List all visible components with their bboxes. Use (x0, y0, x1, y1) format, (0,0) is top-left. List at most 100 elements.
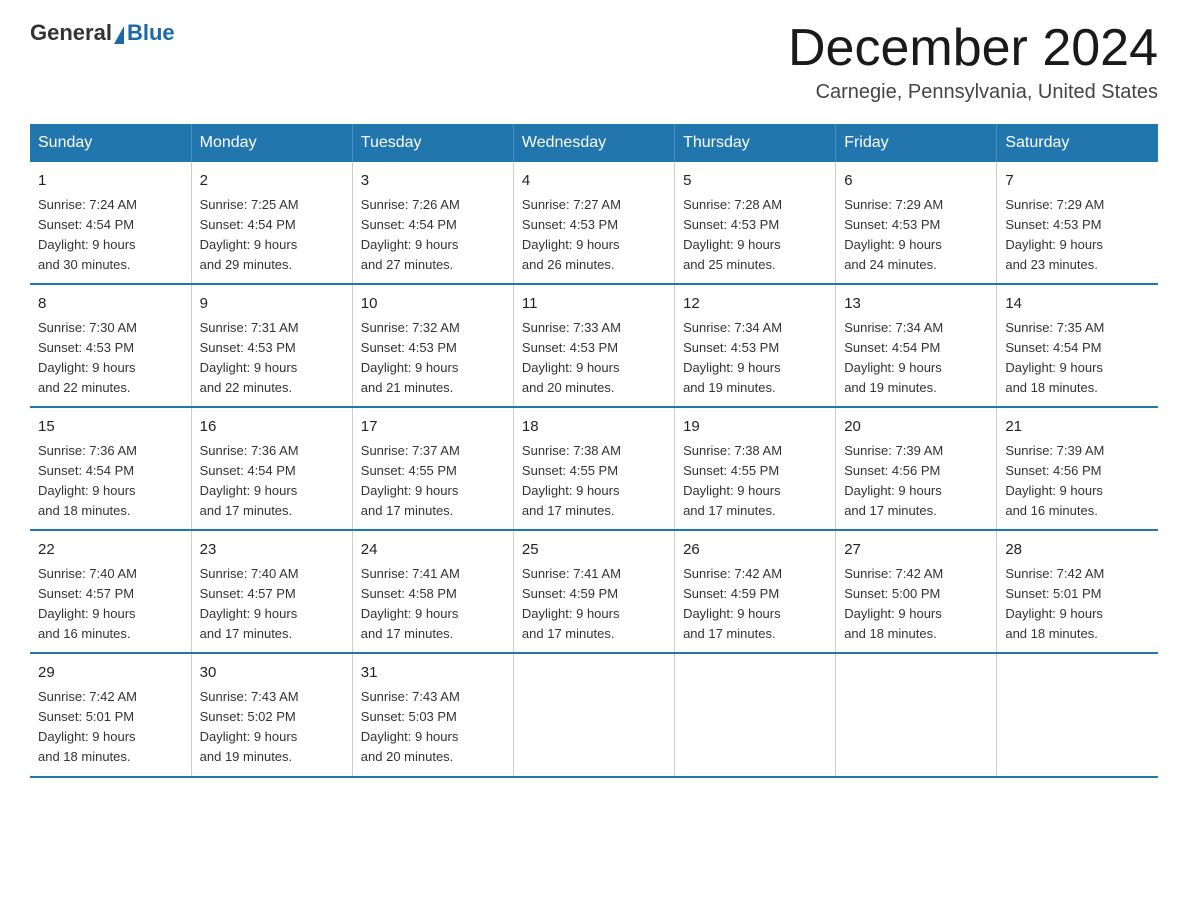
day-number: 28 (1005, 539, 1150, 562)
day-info: Sunrise: 7:38 AMSunset: 4:55 PMDaylight:… (683, 443, 782, 518)
day-info: Sunrise: 7:43 AMSunset: 5:03 PMDaylight:… (361, 689, 460, 764)
col-sunday: Sunday (30, 124, 191, 162)
logo: General Blue (30, 20, 175, 46)
day-number: 31 (361, 662, 505, 685)
calendar-day-cell: 25 Sunrise: 7:41 AMSunset: 4:59 PMDaylig… (513, 530, 674, 653)
calendar-day-cell (836, 653, 997, 776)
day-info: Sunrise: 7:26 AMSunset: 4:54 PMDaylight:… (361, 197, 460, 272)
day-info: Sunrise: 7:36 AMSunset: 4:54 PMDaylight:… (38, 443, 137, 518)
calendar-day-cell (513, 653, 674, 776)
day-info: Sunrise: 7:34 AMSunset: 4:53 PMDaylight:… (683, 320, 782, 395)
day-info: Sunrise: 7:29 AMSunset: 4:53 PMDaylight:… (1005, 197, 1104, 272)
calendar-day-cell: 30 Sunrise: 7:43 AMSunset: 5:02 PMDaylig… (191, 653, 352, 776)
day-info: Sunrise: 7:42 AMSunset: 5:00 PMDaylight:… (844, 566, 943, 641)
day-number: 13 (844, 293, 988, 316)
calendar-day-cell: 17 Sunrise: 7:37 AMSunset: 4:55 PMDaylig… (352, 407, 513, 530)
day-number: 21 (1005, 416, 1150, 439)
calendar-week-row: 15 Sunrise: 7:36 AMSunset: 4:54 PMDaylig… (30, 407, 1158, 530)
day-number: 26 (683, 539, 827, 562)
day-number: 16 (200, 416, 344, 439)
calendar-day-cell: 13 Sunrise: 7:34 AMSunset: 4:54 PMDaylig… (836, 284, 997, 407)
calendar-day-cell: 6 Sunrise: 7:29 AMSunset: 4:53 PMDayligh… (836, 162, 997, 284)
day-info: Sunrise: 7:39 AMSunset: 4:56 PMDaylight:… (1005, 443, 1104, 518)
calendar-week-row: 22 Sunrise: 7:40 AMSunset: 4:57 PMDaylig… (30, 530, 1158, 653)
day-number: 14 (1005, 293, 1150, 316)
day-number: 22 (38, 539, 183, 562)
calendar-week-row: 8 Sunrise: 7:30 AMSunset: 4:53 PMDayligh… (30, 284, 1158, 407)
calendar-day-cell: 4 Sunrise: 7:27 AMSunset: 4:53 PMDayligh… (513, 162, 674, 284)
calendar-day-cell: 11 Sunrise: 7:33 AMSunset: 4:53 PMDaylig… (513, 284, 674, 407)
day-info: Sunrise: 7:28 AMSunset: 4:53 PMDaylight:… (683, 197, 782, 272)
day-info: Sunrise: 7:25 AMSunset: 4:54 PMDaylight:… (200, 197, 299, 272)
calendar-table: Sunday Monday Tuesday Wednesday Thursday… (30, 124, 1158, 777)
day-number: 17 (361, 416, 505, 439)
calendar-day-cell: 23 Sunrise: 7:40 AMSunset: 4:57 PMDaylig… (191, 530, 352, 653)
day-info: Sunrise: 7:29 AMSunset: 4:53 PMDaylight:… (844, 197, 943, 272)
day-number: 30 (200, 662, 344, 685)
day-number: 9 (200, 293, 344, 316)
calendar-day-cell: 26 Sunrise: 7:42 AMSunset: 4:59 PMDaylig… (675, 530, 836, 653)
day-number: 25 (522, 539, 666, 562)
day-info: Sunrise: 7:39 AMSunset: 4:56 PMDaylight:… (844, 443, 943, 518)
calendar-week-row: 1 Sunrise: 7:24 AMSunset: 4:54 PMDayligh… (30, 162, 1158, 284)
calendar-day-cell: 21 Sunrise: 7:39 AMSunset: 4:56 PMDaylig… (997, 407, 1158, 530)
day-info: Sunrise: 7:33 AMSunset: 4:53 PMDaylight:… (522, 320, 621, 395)
month-title: December 2024 (788, 20, 1158, 77)
calendar-day-cell: 1 Sunrise: 7:24 AMSunset: 4:54 PMDayligh… (30, 162, 191, 284)
col-friday: Friday (836, 124, 997, 162)
day-number: 8 (38, 293, 183, 316)
day-number: 1 (38, 170, 183, 193)
day-info: Sunrise: 7:31 AMSunset: 4:53 PMDaylight:… (200, 320, 299, 395)
day-info: Sunrise: 7:41 AMSunset: 4:58 PMDaylight:… (361, 566, 460, 641)
logo-blue-text: Blue (127, 20, 175, 46)
calendar-day-cell: 22 Sunrise: 7:40 AMSunset: 4:57 PMDaylig… (30, 530, 191, 653)
calendar-week-row: 29 Sunrise: 7:42 AMSunset: 5:01 PMDaylig… (30, 653, 1158, 776)
page-header: General Blue December 2024 Carnegie, Pen… (30, 20, 1158, 104)
day-info: Sunrise: 7:32 AMSunset: 4:53 PMDaylight:… (361, 320, 460, 395)
day-info: Sunrise: 7:34 AMSunset: 4:54 PMDaylight:… (844, 320, 943, 395)
calendar-day-cell: 8 Sunrise: 7:30 AMSunset: 4:53 PMDayligh… (30, 284, 191, 407)
calendar-day-cell: 3 Sunrise: 7:26 AMSunset: 4:54 PMDayligh… (352, 162, 513, 284)
calendar-day-cell: 12 Sunrise: 7:34 AMSunset: 4:53 PMDaylig… (675, 284, 836, 407)
calendar-day-cell: 14 Sunrise: 7:35 AMSunset: 4:54 PMDaylig… (997, 284, 1158, 407)
day-info: Sunrise: 7:40 AMSunset: 4:57 PMDaylight:… (200, 566, 299, 641)
calendar-day-cell: 10 Sunrise: 7:32 AMSunset: 4:53 PMDaylig… (352, 284, 513, 407)
logo-general-text: General (30, 20, 112, 46)
calendar-day-cell: 9 Sunrise: 7:31 AMSunset: 4:53 PMDayligh… (191, 284, 352, 407)
calendar-day-cell: 31 Sunrise: 7:43 AMSunset: 5:03 PMDaylig… (352, 653, 513, 776)
day-number: 7 (1005, 170, 1150, 193)
calendar-day-cell: 16 Sunrise: 7:36 AMSunset: 4:54 PMDaylig… (191, 407, 352, 530)
title-section: December 2024 Carnegie, Pennsylvania, Un… (788, 20, 1158, 104)
day-number: 11 (522, 293, 666, 316)
calendar-day-cell (675, 653, 836, 776)
day-number: 23 (200, 539, 344, 562)
day-info: Sunrise: 7:40 AMSunset: 4:57 PMDaylight:… (38, 566, 137, 641)
logo-arrow-icon (114, 26, 124, 44)
day-number: 29 (38, 662, 183, 685)
day-number: 2 (200, 170, 344, 193)
day-number: 3 (361, 170, 505, 193)
day-number: 18 (522, 416, 666, 439)
col-tuesday: Tuesday (352, 124, 513, 162)
location-text: Carnegie, Pennsylvania, United States (788, 81, 1158, 104)
calendar-day-cell: 2 Sunrise: 7:25 AMSunset: 4:54 PMDayligh… (191, 162, 352, 284)
day-number: 12 (683, 293, 827, 316)
col-thursday: Thursday (675, 124, 836, 162)
col-monday: Monday (191, 124, 352, 162)
day-number: 6 (844, 170, 988, 193)
calendar-day-cell: 18 Sunrise: 7:38 AMSunset: 4:55 PMDaylig… (513, 407, 674, 530)
day-info: Sunrise: 7:42 AMSunset: 5:01 PMDaylight:… (38, 689, 137, 764)
day-number: 15 (38, 416, 183, 439)
day-info: Sunrise: 7:35 AMSunset: 4:54 PMDaylight:… (1005, 320, 1104, 395)
calendar-day-cell: 20 Sunrise: 7:39 AMSunset: 4:56 PMDaylig… (836, 407, 997, 530)
day-info: Sunrise: 7:42 AMSunset: 5:01 PMDaylight:… (1005, 566, 1104, 641)
day-number: 19 (683, 416, 827, 439)
calendar-day-cell: 19 Sunrise: 7:38 AMSunset: 4:55 PMDaylig… (675, 407, 836, 530)
day-info: Sunrise: 7:43 AMSunset: 5:02 PMDaylight:… (200, 689, 299, 764)
calendar-header-row: Sunday Monday Tuesday Wednesday Thursday… (30, 124, 1158, 162)
calendar-day-cell: 28 Sunrise: 7:42 AMSunset: 5:01 PMDaylig… (997, 530, 1158, 653)
day-info: Sunrise: 7:41 AMSunset: 4:59 PMDaylight:… (522, 566, 621, 641)
calendar-day-cell: 29 Sunrise: 7:42 AMSunset: 5:01 PMDaylig… (30, 653, 191, 776)
calendar-day-cell: 24 Sunrise: 7:41 AMSunset: 4:58 PMDaylig… (352, 530, 513, 653)
col-wednesday: Wednesday (513, 124, 674, 162)
